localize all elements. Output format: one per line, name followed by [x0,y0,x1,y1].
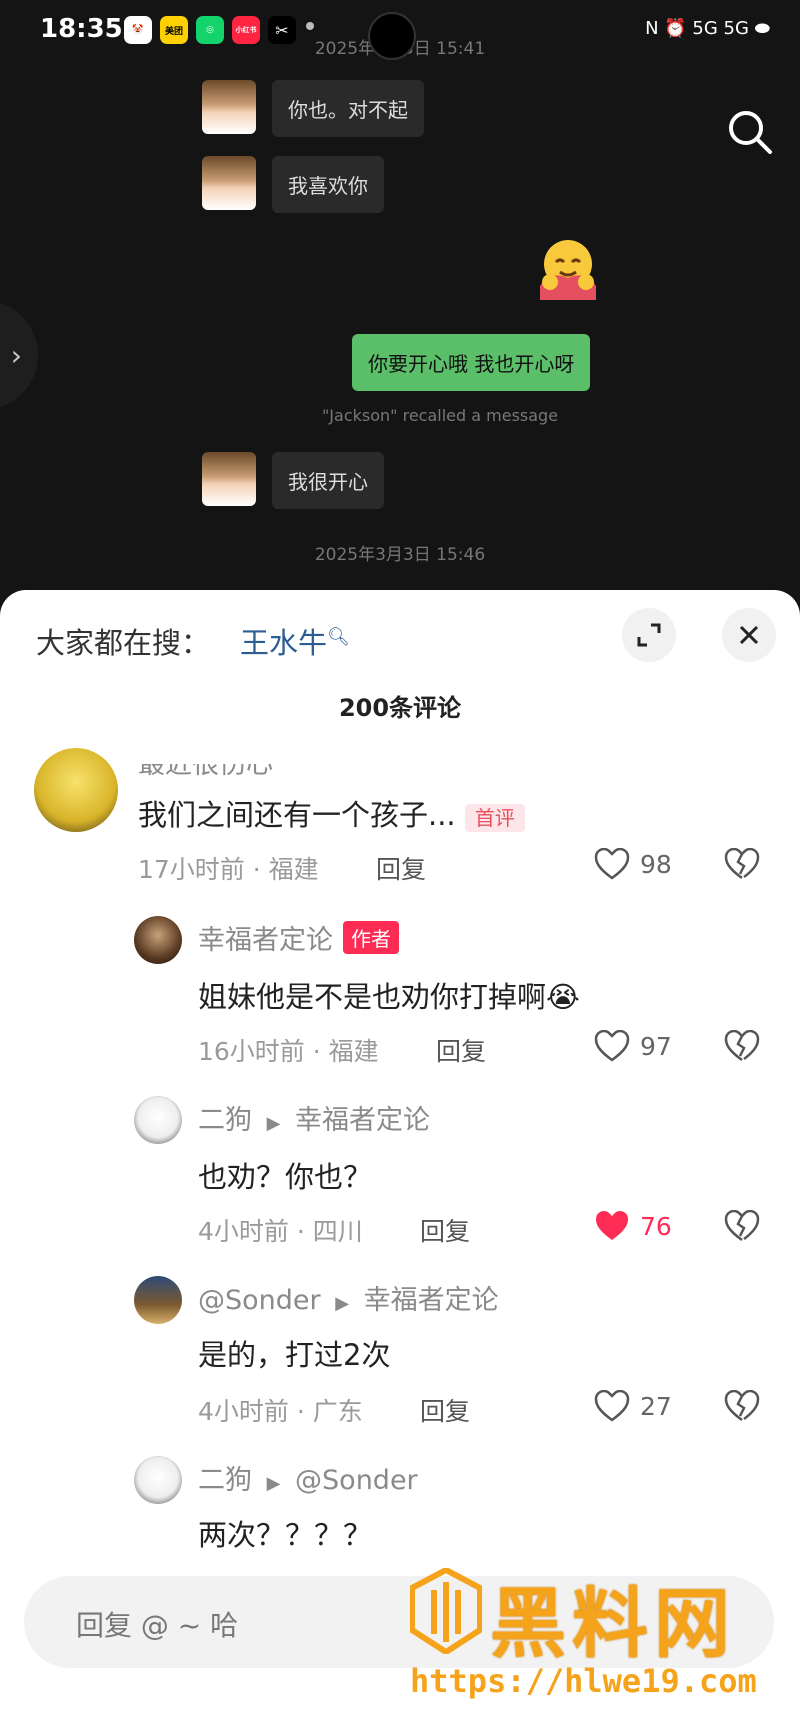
commenter-avatar[interactable] [134,1096,182,1144]
chat-timestamp: 2025年3月3日 15:46 [314,545,486,565]
reply-to-name[interactable]: @Sonder [295,1465,418,1496]
side-expand-button[interactable]: › [0,300,38,410]
dislike-broken-heart-icon[interactable] [724,1210,760,1242]
reply-button[interactable]: 回复 [420,1392,470,1428]
like-count: 76 [640,1212,672,1241]
comment-text: 是的，打过2次 [198,1338,391,1372]
commenter-name[interactable]: 二狗 [198,1105,252,1136]
hugging-face-icon [540,240,596,300]
comment-count-title: 200条评论 [338,694,462,722]
like-heart-icon[interactable] [594,1030,630,1062]
dislike-broken-heart-icon[interactable] [724,1390,760,1422]
chat-bubble: 我很开心 [272,452,384,509]
trending-label: 大家都在搜： [36,626,211,660]
status-bar: 18:35 🤡 美团 ◎ 小红书 ✂ N ⏰ 5G 5G ⬬ [0,0,800,62]
commenter-name[interactable]: 二狗 [198,1465,252,1496]
comment-text: 也劝？你也？ [198,1160,373,1194]
reply-header: 二狗 ▶ 幸福者定论 [198,1098,430,1137]
comment-meta: 4小时前 · 四川 [198,1217,363,1246]
close-button[interactable] [722,608,776,662]
comment-text: 两次？？？？ [198,1518,373,1552]
status-indicators: N ⏰ 5G 5G ⬬ [645,18,770,39]
close-icon [739,625,759,645]
dislike-broken-heart-icon[interactable] [724,848,760,880]
reply-button[interactable]: 回复 [436,1032,486,1068]
green-app-icon: ◎ [196,16,224,44]
like-heart-icon[interactable] [594,1390,630,1422]
expand-button[interactable] [622,608,676,662]
first-comment-badge: 首评 [464,804,525,832]
chat-bubble-self: 你要开心哦 我也开心呀 [352,334,591,391]
commenter-avatar[interactable] [134,1456,182,1504]
author-badge: 作者 [343,921,399,954]
commenter-name[interactable]: 幸福者定论 [198,918,333,957]
like-count: 98 [640,850,672,879]
search-icon[interactable] [722,104,778,160]
commenter-avatar[interactable] [134,916,182,964]
comment-meta: 4小时前 · 广东 [198,1397,363,1426]
sender-avatar [202,452,256,506]
floating-hotspot-icon[interactable] [368,12,416,60]
reply-arrow-icon: ▶ [266,1473,281,1494]
reply-arrow-icon: ▶ [266,1113,281,1134]
comment-body: 姐妹他是不是也劝你打掉啊 [198,980,547,1014]
watermark-logo-icon [410,1568,482,1654]
reply-to-name[interactable]: 幸福者定论 [295,1105,430,1136]
sender-avatar [202,80,256,134]
reply-header: 二狗 ▶ @Sonder [198,1458,418,1497]
comment-header: 幸福者定论 作者 [198,918,399,957]
commenter-avatar[interactable] [34,748,118,832]
reply-to-name[interactable]: 幸福者定论 [364,1285,499,1316]
expand-icon [637,623,661,647]
liked-heart-icon[interactable] [594,1210,630,1242]
notification-dot [306,22,314,30]
chat-bubble: 你也。对不起 [272,80,424,137]
reply-arrow-icon: ▶ [335,1293,350,1314]
trending-term: 王水牛 [240,626,328,660]
commenter-name[interactable]: 最近很伤心 [138,764,273,781]
notification-app-icons: 🤡 美团 ◎ 小红书 ✂ [124,16,296,44]
watermark-text: 黑料网 [490,1579,736,1668]
crying-face-icon: 😭 [546,980,580,1014]
comment-text: 我们之间还有一个孩子... 首评 [138,792,525,834]
reply-button[interactable]: 回复 [420,1212,470,1248]
reply-placeholder: 回复 @ ~ 哈 [76,1609,239,1642]
like-count: 27 [640,1392,672,1421]
watermark-url: https://hlwe19.com [410,1662,757,1700]
chat-bubble: 我喜欢你 [272,156,384,213]
dislike-broken-heart-icon[interactable] [724,1030,760,1062]
comment-body: 我们之间还有一个孩子... [138,798,456,832]
status-time: 18:35 [40,14,123,44]
commenter-name[interactable]: @Sonder [198,1285,321,1316]
comment-text: 姐妹他是不是也劝你打掉啊😭 [198,974,580,1016]
clown-app-icon: 🤡 [124,16,152,44]
comment-meta: 17小时前 · 福建 [138,855,319,884]
reply-button[interactable]: 回复 [376,850,426,886]
reply-header: @Sonder ▶ 幸福者定论 [198,1278,499,1317]
meituan-icon: 美团 [160,16,188,44]
comments-sheet: 大家都在搜： 王水牛🔍︎ 200条评论 最近很伤心 我们之间还有一个孩子... … [0,590,800,1721]
trending-search-link[interactable]: 王水牛🔍︎ [240,620,350,662]
watermark: 黑料网 https://hlwe19.com [410,1562,790,1712]
capcut-icon: ✂ [268,16,296,44]
video-area[interactable]: 2025年3月3日 15:41 你也。对不起 我喜欢你 你要开心哦 我也开心呀 … [0,0,800,600]
commenter-avatar[interactable] [134,1276,182,1324]
recall-notice: "Jackson" recalled a message [321,406,559,425]
like-heart-icon[interactable] [594,848,630,880]
sender-avatar [202,156,256,210]
comment-meta: 16小时前 · 福建 [198,1037,379,1066]
like-count: 97 [640,1032,672,1061]
search-small-icon: 🔍︎ [327,626,350,648]
chevron-right-icon: › [10,338,22,372]
xiaohongshu-icon: 小红书 [232,16,260,44]
